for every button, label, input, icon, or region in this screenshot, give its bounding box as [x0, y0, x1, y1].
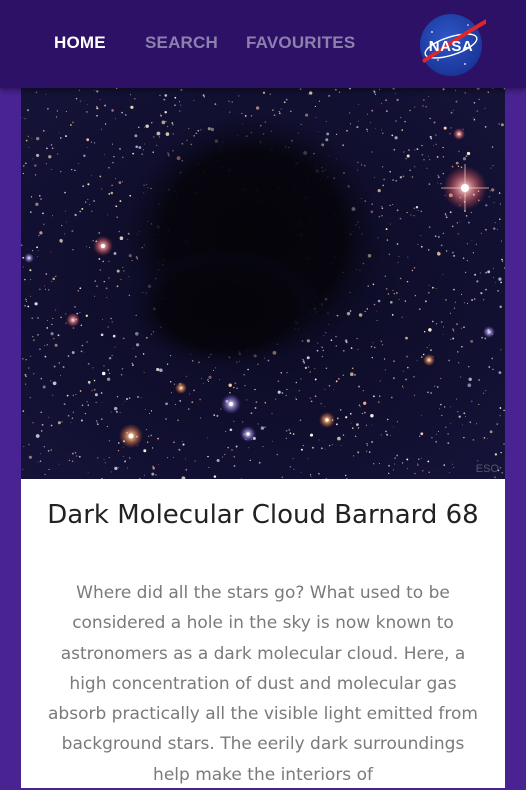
astronomy-photo[interactable] [21, 88, 505, 479]
nasa-logo[interactable]: NASA [418, 12, 486, 78]
image-credit: ESO [475, 463, 499, 475]
nasa-logo-text: NASA [429, 38, 474, 55]
apod-card: ESO Dark Molecular Cloud Barnard 68 Wher… [21, 88, 505, 788]
nav-favourites-link[interactable]: FAVOURITES [246, 33, 355, 53]
nav-search-link[interactable]: SEARCH [145, 33, 218, 53]
nav-home-link[interactable]: HOME [54, 33, 106, 53]
article-title: Dark Molecular Cloud Barnard 68 [47, 500, 479, 530]
article-description: Where did all the stars go? What used to… [48, 583, 478, 785]
top-nav-bar: HOME SEARCH FAVOURITES NASA [0, 0, 526, 88]
